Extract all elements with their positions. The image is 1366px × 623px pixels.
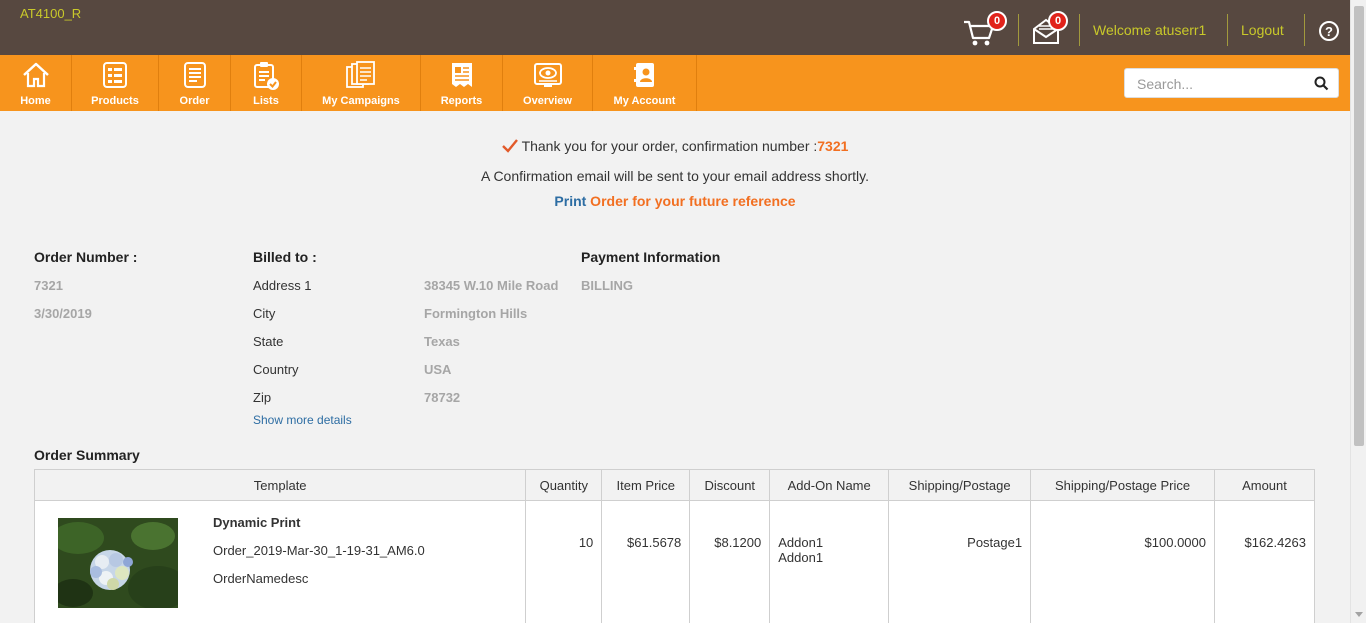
page-scrollbar[interactable] — [1350, 0, 1366, 623]
search-input[interactable] — [1137, 75, 1307, 93]
nav-item-home[interactable]: Home — [0, 55, 72, 111]
email-message: A Confirmation email will be sent to you… — [480, 168, 869, 184]
scroll-down-arrow[interactable] — [1355, 612, 1363, 617]
column-header: Amount — [1213, 469, 1316, 501]
order-number-label: Order Number : — [34, 249, 138, 265]
scrollbar-thumb[interactable] — [1354, 6, 1364, 446]
nav-item-overview[interactable]: Overview — [503, 55, 593, 111]
billing-field-label: City — [253, 306, 276, 321]
nav-item-label: My Campaigns — [322, 95, 400, 107]
product-thumbnail — [58, 518, 178, 608]
checkmark-icon — [501, 139, 518, 153]
addon-cell: Addon1 Addon1 — [769, 500, 890, 623]
billing-field-value: Formington Hills — [424, 306, 528, 321]
campaigns-icon — [346, 61, 375, 88]
column-header: Template — [33, 469, 527, 501]
divider — [1018, 14, 1019, 46]
top-bar: AT4100_R 0 0 Welcome atuserr1 Logout ? — [0, 0, 1350, 55]
messages-button[interactable]: 0 — [1031, 11, 1068, 46]
column-header: Add-On Name — [769, 469, 890, 501]
products-icon — [103, 62, 127, 88]
template-name: Dynamic Print — [213, 515, 301, 530]
reports-icon — [451, 63, 472, 87]
billing-field-value: USA — [424, 362, 452, 377]
billing-field-value: Texas — [424, 334, 460, 349]
nav-item-order[interactable]: Order — [159, 55, 231, 111]
search-icon[interactable] — [1314, 76, 1329, 91]
item-price-cell: $61.5678 — [601, 500, 691, 623]
divider — [1304, 14, 1305, 46]
billed-to-label: Billed to : — [253, 249, 317, 265]
order-description: OrderNamedesc — [213, 571, 309, 586]
order-summary-table: Template Quantity Item Price Discount Ad… — [33, 469, 1316, 623]
home-icon — [22, 62, 49, 88]
column-header: Quantity — [525, 469, 603, 501]
column-header: Discount — [689, 469, 771, 501]
billing-field-value: 38345 W.10 Mile Road — [424, 278, 559, 293]
nav-item-products[interactable]: Products — [72, 55, 159, 111]
logout-link[interactable]: Logout — [1241, 22, 1284, 38]
confirmation-number: 7321 — [817, 138, 849, 154]
nav-item-label: Reports — [440, 95, 483, 107]
billing-field-label: Address 1 — [253, 278, 312, 293]
divider — [1079, 14, 1080, 46]
template-cell: Dynamic Print Order_2019-Mar-30_1-19-31_… — [33, 500, 527, 623]
payment-info-label: Payment Information — [581, 249, 721, 265]
payment-info-value: BILLING — [581, 278, 633, 293]
nav-item-label: Overview — [523, 95, 572, 107]
order-number-value: 7321 — [34, 278, 63, 293]
table-row: Dynamic Print Order_2019-Mar-30_1-19-31_… — [33, 500, 1316, 623]
mail-count-badge: 0 — [1048, 11, 1068, 31]
nav-item-label: Home — [20, 95, 51, 107]
nav-item-label: Products — [91, 95, 139, 107]
overview-icon — [533, 63, 562, 87]
nav-item-lists[interactable]: Lists — [231, 55, 302, 111]
nav-item-reports[interactable]: Reports — [421, 55, 503, 111]
column-header: Shipping/Postage — [888, 469, 1032, 501]
billing-field-label: State — [253, 334, 284, 349]
thanks-text: Thank you for your order, confirmation n… — [521, 138, 818, 154]
addon-name: Addon1 — [778, 535, 824, 550]
order-icon — [183, 62, 206, 88]
column-header: Item Price — [601, 469, 691, 501]
order-summary-title: Order Summary — [34, 447, 140, 463]
brand-label: AT4100_R — [20, 6, 82, 21]
table-header-row: Template Quantity Item Price Discount Ad… — [33, 469, 1316, 501]
shipping-price-cell: $100.0000 — [1030, 500, 1215, 623]
nav-item-account[interactable]: My Account — [593, 55, 697, 111]
print-line: Print Order for your future reference — [0, 193, 1350, 209]
billing-field-label: Country — [253, 362, 299, 377]
cart-button[interactable]: 0 — [962, 11, 1007, 48]
addon-name: Addon1 — [778, 550, 824, 565]
account-icon — [633, 63, 654, 87]
search-box — [1124, 68, 1339, 98]
print-reference-text: Order for your future reference — [586, 193, 796, 209]
amount-cell: $162.4263 — [1213, 500, 1316, 623]
shipping-cell: Postage1 — [888, 500, 1032, 623]
cart-count-badge: 0 — [987, 11, 1007, 31]
billing-field-label: Zip — [253, 390, 272, 405]
billing-field-value: 78732 — [424, 390, 461, 405]
quantity-cell: 10 — [525, 500, 603, 623]
welcome-text: Welcome atuserr1 — [1093, 22, 1207, 38]
nav-item-label: Order — [179, 95, 210, 107]
discount-cell: $8.1200 — [689, 500, 771, 623]
confirmation-message: Thank you for your order, confirmation n… — [0, 138, 1350, 154]
order-date: 3/30/2019 — [34, 306, 92, 321]
lists-icon — [254, 62, 279, 90]
divider — [1227, 14, 1228, 46]
nav-item-label: My Account — [613, 95, 676, 107]
help-icon[interactable]: ? — [1319, 21, 1339, 41]
column-header: Shipping/Postage Price — [1030, 469, 1215, 501]
show-more-details-link[interactable]: Show more details — [253, 413, 352, 427]
order-name: Order_2019-Mar-30_1-19-31_AM6.0 — [213, 543, 425, 558]
print-link[interactable]: Print — [554, 193, 586, 209]
main-nav: Home Products Order Lists My Campaigns R… — [0, 55, 1350, 111]
nav-item-label: Lists — [253, 95, 279, 107]
nav-item-campaigns[interactable]: My Campaigns — [302, 55, 421, 111]
